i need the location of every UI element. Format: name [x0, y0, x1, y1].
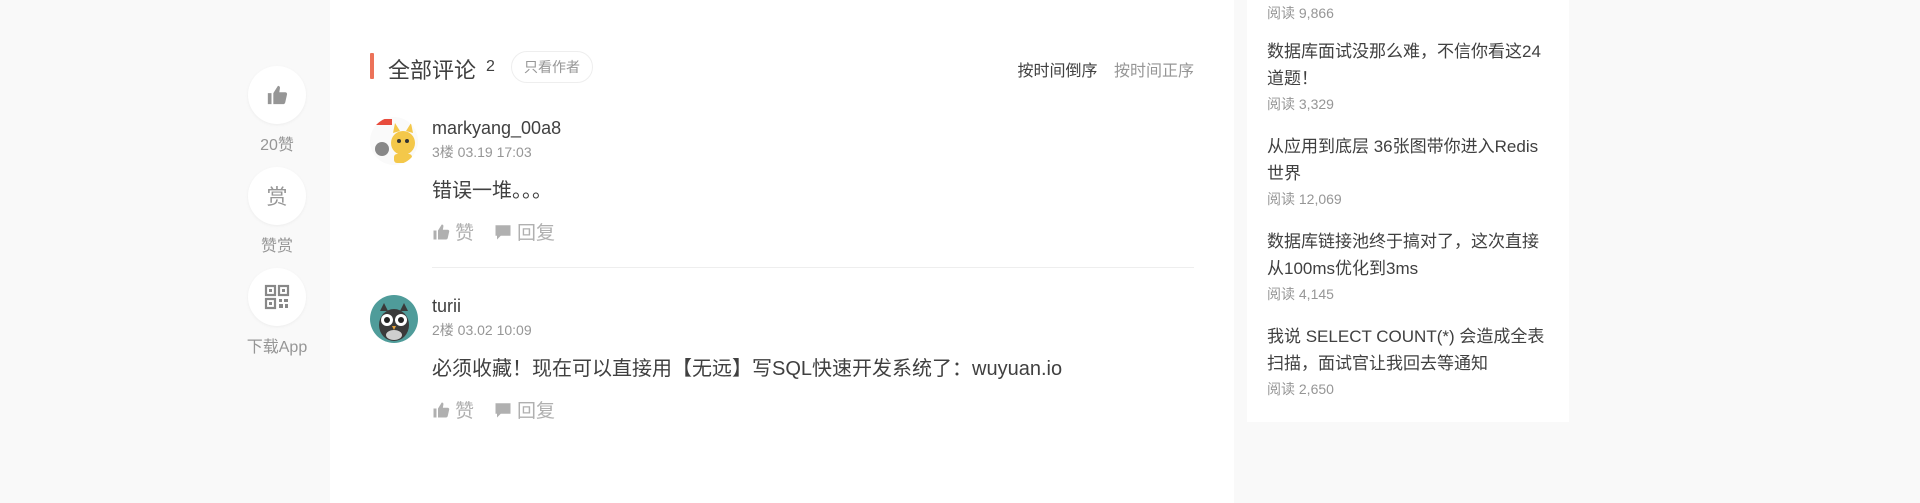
avatar[interactable] — [370, 117, 418, 165]
reward-action[interactable]: 赏 赞赏 — [246, 167, 308, 256]
comment-reply-button[interactable]: 回复 — [494, 396, 555, 423]
sort-options: 按时间倒序 按时间正序 — [1006, 57, 1194, 81]
comment-item: markyang_00a8 3楼 03.19 17:03 错误一堆。。。 赞 回… — [370, 117, 1194, 244]
article-title[interactable]: 数据库链接池终于搞对了，这次直接从100ms优化到3ms — [1267, 228, 1549, 282]
article-read-count: 阅读 12,069 — [1267, 191, 1342, 207]
article-title[interactable]: 数据库面试没那么难，不信你看这24道题！ — [1267, 38, 1549, 92]
thumbs-up-icon — [267, 85, 288, 105]
like-count-label: 20赞 — [260, 137, 294, 154]
comment-like-label: 赞 — [455, 401, 475, 422]
article-read-count: 阅读 2,650 — [1267, 381, 1334, 397]
section-accent-bar — [370, 53, 374, 79]
comments-count: 2 — [486, 58, 495, 75]
comment-divider — [432, 267, 1194, 268]
comment-section: 全部评论 2 只看作者 按时间倒序 按时间正序 markyang_00a8 3楼… — [330, 0, 1234, 503]
recommended-articles: 阅读 9,866 数据库面试没那么难，不信你看这24道题！ 阅读 3,329 从… — [1247, 0, 1569, 422]
comment-like-button[interactable]: 赞 — [432, 218, 474, 245]
article-item: 阅读 9,866 — [1267, 3, 1549, 23]
article-read-count: 阅读 4,145 — [1267, 286, 1334, 302]
download-app-button[interactable] — [248, 268, 306, 326]
reward-label: 赞赏 — [260, 238, 293, 255]
action-rail: 20赞 赏 赞赏 下载App — [246, 66, 308, 369]
comments-title: 全部评论 — [388, 58, 477, 83]
article-item: 我说 SELECT COUNT(*) 会造成全表扫描，面试官让我回去等通知 阅读… — [1267, 323, 1549, 399]
comment-reply-button[interactable]: 回复 — [494, 218, 555, 245]
sort-desc-button[interactable]: 按时间倒序 — [1018, 63, 1098, 80]
speech-bubble-icon — [495, 224, 511, 239]
comment-reply-label: 回复 — [517, 223, 556, 244]
comment-meta: 2楼 03.02 10:09 — [432, 322, 532, 338]
comment-body: turii 2楼 03.02 10:09 必须收藏！现在可以直接用【无远】写SQ… — [432, 295, 1194, 423]
download-app-label: 下载App — [246, 339, 308, 356]
article-item: 数据库面试没那么难，不信你看这24道题！ 阅读 3,329 — [1267, 38, 1549, 114]
like-button[interactable] — [248, 66, 306, 124]
article-title[interactable]: 从应用到底层 36张图带你进入Redis世界 — [1267, 133, 1549, 187]
article-title[interactable]: 我说 SELECT COUNT(*) 会造成全表扫描，面试官让我回去等通知 — [1267, 323, 1549, 377]
avatar[interactable] — [370, 295, 418, 343]
download-app-action[interactable]: 下载App — [246, 268, 308, 357]
author-only-button[interactable]: 只看作者 — [511, 51, 593, 83]
comment-actions: 赞 回复 — [432, 396, 1194, 423]
comment-text: 必须收藏！现在可以直接用【无远】写SQL快速开发系统了：wuyuan.io — [432, 358, 1063, 380]
reward-button[interactable]: 赏 — [248, 167, 306, 225]
comments-header: 全部评论 2 只看作者 按时间倒序 按时间正序 — [370, 50, 1194, 84]
owl-avatar-icon — [370, 295, 418, 343]
speech-bubble-icon — [495, 402, 511, 417]
reward-icon: 赏 — [266, 186, 288, 209]
cat-avatar-icon — [370, 117, 418, 165]
comment-like-button[interactable]: 赞 — [432, 396, 474, 423]
sort-asc-button[interactable]: 按时间正序 — [1114, 63, 1194, 80]
thumbs-up-icon — [433, 224, 450, 239]
like-action[interactable]: 20赞 — [246, 66, 308, 155]
comment-text: 错误一堆。。。 — [432, 180, 552, 202]
article-read-count: 阅读 9,866 — [1267, 5, 1334, 21]
comment-body: markyang_00a8 3楼 03.19 17:03 错误一堆。。。 赞 回… — [432, 117, 1194, 245]
comment-item: turii 2楼 03.02 10:09 必须收藏！现在可以直接用【无远】写SQ… — [370, 295, 1194, 425]
comment-like-label: 赞 — [455, 223, 475, 244]
comment-reply-label: 回复 — [517, 401, 556, 422]
comment-meta: 3楼 03.19 17:03 — [432, 144, 532, 160]
article-read-count: 阅读 3,329 — [1267, 96, 1334, 112]
qr-code-icon — [264, 284, 290, 310]
comment-actions: 赞 回复 — [432, 218, 1194, 245]
thumbs-up-icon — [433, 402, 450, 417]
article-item: 数据库链接池终于搞对了，这次直接从100ms优化到3ms 阅读 4,145 — [1267, 228, 1549, 304]
comment-author[interactable]: turii — [432, 295, 1194, 317]
article-item: 从应用到底层 36张图带你进入Redis世界 阅读 12,069 — [1267, 133, 1549, 209]
comment-author[interactable]: markyang_00a8 — [432, 117, 1194, 139]
